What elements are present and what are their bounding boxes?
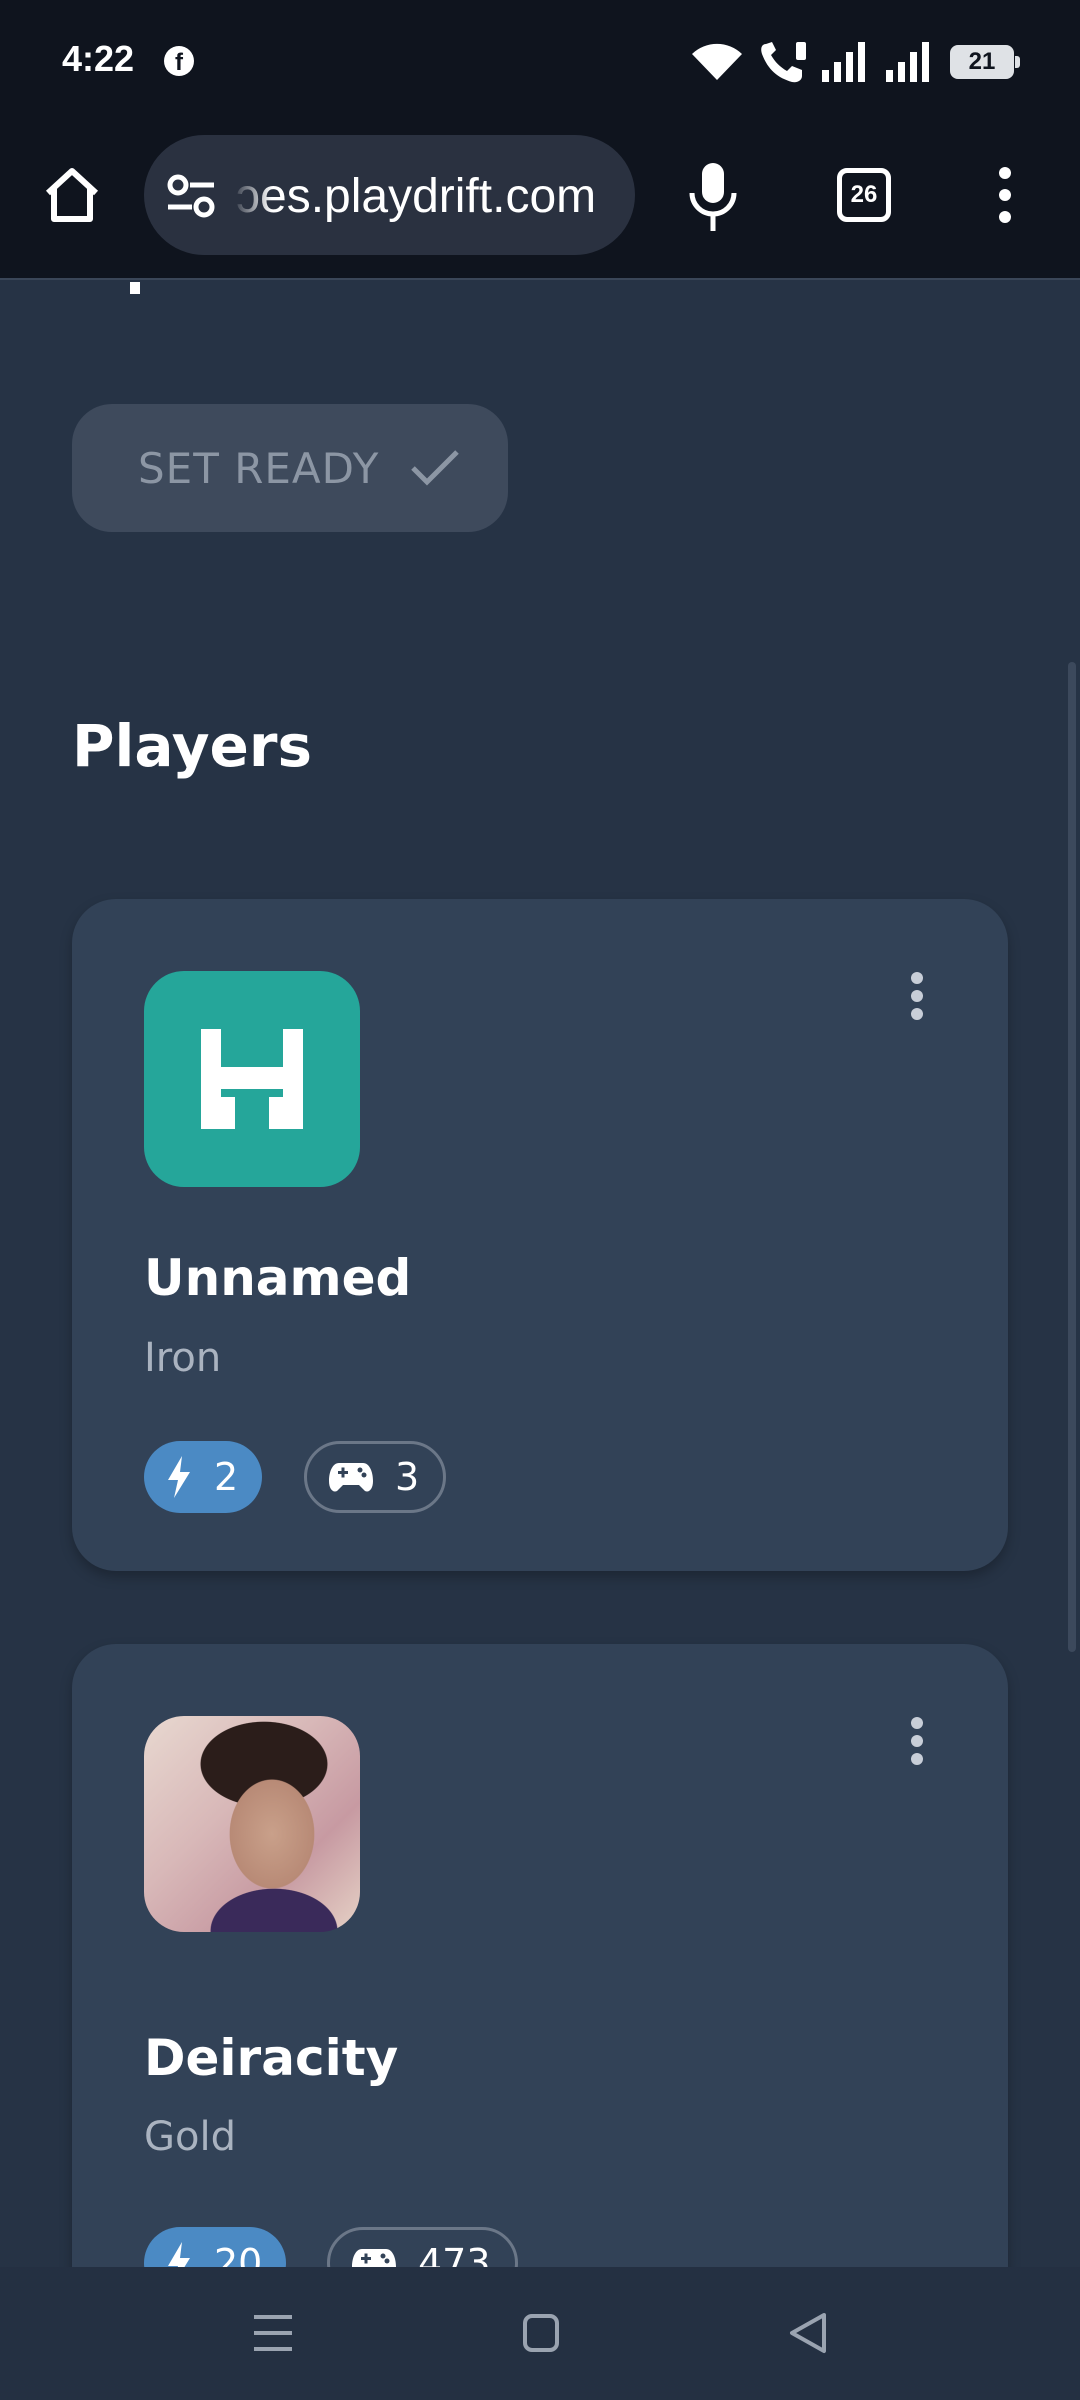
- energy-badge: 2: [144, 1441, 263, 1513]
- player-card[interactable]: Unnamed Iron 2 3: [72, 899, 1008, 1571]
- check-icon: [411, 450, 460, 486]
- gamepad-icon: [329, 1463, 373, 1492]
- player-options-icon[interactable]: [910, 1716, 924, 1766]
- app-logo-icon: [201, 1029, 303, 1129]
- energy-count: 20: [214, 2241, 263, 2267]
- status-bar: 4:22 f 21: [0, 0, 1080, 125]
- set-ready-button[interactable]: SET READY: [72, 404, 508, 532]
- clipped-heading-fragment: [130, 282, 140, 294]
- status-time: 4:22: [62, 38, 135, 79]
- microphone-icon[interactable]: [686, 161, 740, 233]
- scrollbar-thumb[interactable]: [1068, 662, 1076, 1652]
- lightning-icon: [168, 1456, 190, 1498]
- address-bar[interactable]: ɔes.playdrift.com: [144, 135, 635, 255]
- home-icon[interactable]: [40, 163, 104, 227]
- player-options-icon[interactable]: [910, 971, 924, 1021]
- energy-count: 2: [214, 1455, 239, 1499]
- lightning-icon: [168, 2242, 190, 2267]
- facebook-icon: f: [164, 46, 194, 76]
- set-ready-label: SET READY: [138, 443, 380, 493]
- player-name: Unnamed: [144, 1249, 412, 1307]
- page-content: SET READY Players Unnamed Iron 2 3 Deira…: [0, 282, 1080, 2267]
- status-icons: 21: [690, 40, 1020, 84]
- recent-apps-icon[interactable]: [252, 2311, 294, 2355]
- games-count: 473: [418, 2241, 491, 2267]
- site-settings-icon[interactable]: [166, 173, 216, 219]
- battery-icon: 21: [950, 45, 1020, 79]
- phone-screen: 4:22 f 21 ɔes.playdrift.com 26 SET READY…: [0, 0, 1080, 2400]
- games-badge: 473: [327, 2227, 518, 2267]
- signal-1-icon: [822, 42, 865, 82]
- system-nav-bar: [0, 2267, 1080, 2400]
- player-rank: Gold: [144, 2114, 236, 2160]
- wifi-icon: [692, 43, 742, 80]
- player-card[interactable]: Deiracity Gold 20 473: [72, 1644, 1008, 2267]
- games-badge: 3: [304, 1441, 447, 1513]
- more-menu-icon[interactable]: [993, 163, 1017, 227]
- url-fade: [232, 135, 272, 255]
- home-nav-icon[interactable]: [522, 2311, 560, 2355]
- players-heading: Players: [72, 712, 313, 780]
- signal-2-icon: [886, 42, 929, 82]
- url-text[interactable]: ɔes.playdrift.com: [236, 169, 596, 224]
- browser-toolbar: ɔes.playdrift.com 26: [0, 125, 1080, 280]
- gamepad-icon: [352, 2249, 396, 2267]
- games-count: 3: [395, 1455, 420, 1499]
- player-avatar-photo: [144, 1716, 360, 1932]
- battery-level: 21: [968, 48, 996, 75]
- energy-badge: 20: [144, 2227, 287, 2267]
- tab-switcher-button[interactable]: 26: [837, 168, 891, 222]
- player-rank: Iron: [144, 1335, 222, 1381]
- call-icon: [761, 42, 806, 83]
- player-avatar: [144, 971, 360, 1187]
- back-nav-icon[interactable]: [788, 2311, 828, 2355]
- player-name: Deiracity: [144, 2029, 399, 2087]
